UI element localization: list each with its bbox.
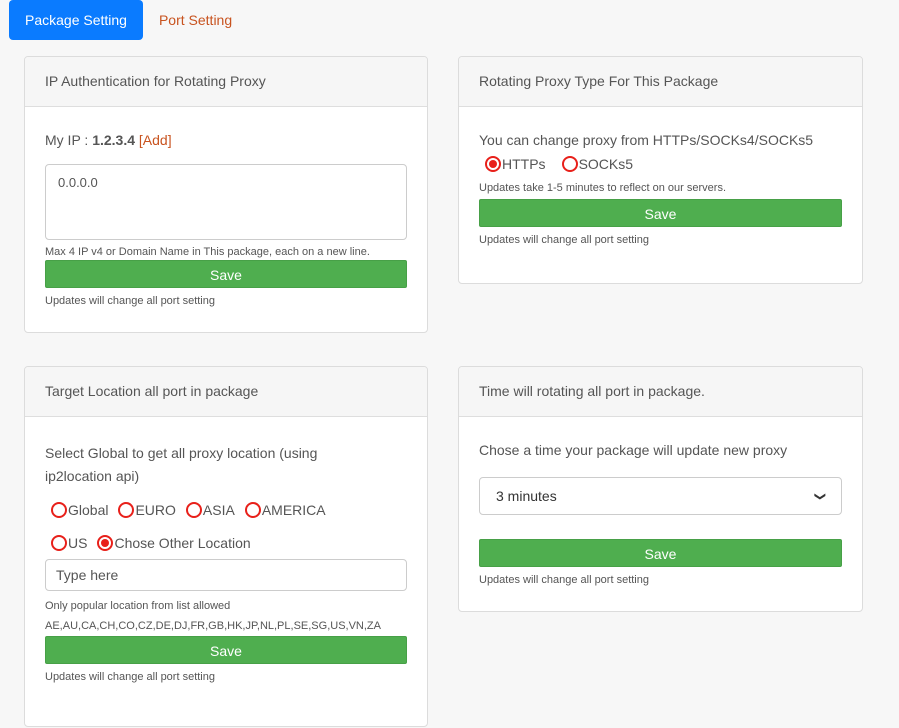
radio-unchecked-icon [185, 502, 202, 518]
save-ip-button[interactable]: Save [45, 260, 407, 288]
radio-unchecked-icon [244, 502, 261, 518]
settings-tabs: Package Setting Port Setting [9, 0, 248, 40]
card-title: Time will rotating all port in package. [459, 367, 862, 417]
radio-label: ASIA [202, 502, 235, 518]
save-rotation-button[interactable]: Save [479, 539, 842, 567]
my-ip-label: My IP : [45, 132, 89, 148]
update-delay-hint: Updates take 1-5 minutes to reflect on o… [479, 182, 727, 194]
radio-unchecked-icon [51, 535, 67, 551]
ip-limit-hint: Max 4 IP v4 or Domain Name in This packa… [45, 246, 370, 258]
card-title: IP Authentication for Rotating Proxy [25, 57, 427, 107]
tab-port-setting[interactable]: Port Setting [143, 0, 248, 40]
chevron-down-icon: ❯ [813, 491, 826, 501]
radio-label: EURO [135, 502, 176, 518]
radio-label: US [68, 535, 88, 551]
allowed-locations: AE,AU,CA,CH,CO,CZ,DE,DJ,FR,GB,HK,JP,NL,P… [45, 620, 381, 632]
proxy-type-radio-group: HTTPs SOCKs5 [485, 156, 842, 172]
proxy-type-lead: You can change proxy from HTTPs/SOCKs4/S… [479, 132, 814, 148]
radio-label: HTTPs [502, 156, 546, 172]
radio-unchecked-icon [561, 156, 578, 172]
rotation-time-card: Time will rotating all port in package. … [458, 366, 863, 612]
radio-label: SOCKs5 [578, 156, 634, 172]
location-hint: Only popular location from list allowed [45, 600, 231, 612]
update-note: Updates will change all port setting [479, 234, 649, 246]
radio-checked-icon [485, 156, 501, 172]
location-input[interactable] [45, 559, 407, 591]
save-location-button[interactable]: Save [45, 636, 407, 664]
radio-socks5[interactable]: SOCKs5 [561, 156, 634, 172]
radio-america[interactable]: AMERICA [244, 502, 326, 518]
rotation-time-select[interactable]: 3 minutes ❯ [479, 477, 842, 515]
radio-label: Global [68, 502, 109, 518]
update-note: Updates will change all port setting [479, 574, 649, 586]
radio-https[interactable]: HTTPs [485, 156, 546, 172]
card-title: Rotating Proxy Type For This Package [459, 57, 862, 107]
ip-whitelist-textarea[interactable]: 0.0.0.0 [45, 164, 407, 240]
radio-unchecked-icon [118, 502, 135, 518]
add-ip-link[interactable]: [Add] [139, 132, 172, 148]
radio-us[interactable]: US [51, 535, 87, 551]
region-radio-group: Global EURO ASIA AMERICA [51, 502, 407, 518]
save-proxy-type-button[interactable]: Save [479, 199, 842, 227]
card-title: Target Location all port in package [25, 367, 427, 417]
my-ip-line: My IP : 1.2.3.4 [Add] [45, 132, 407, 148]
radio-label: AMERICA [261, 502, 326, 518]
target-location-card: Target Location all port in package Sele… [24, 366, 428, 727]
tab-package-setting[interactable]: Package Setting [9, 0, 143, 40]
update-note: Updates will change all port setting [45, 295, 215, 307]
radio-checked-icon [97, 535, 114, 551]
region-radio-group-2: US Chose Other Location [51, 535, 407, 551]
target-location-lead: Select Global to get all proxy location … [45, 445, 318, 484]
radio-unchecked-icon [51, 502, 67, 518]
radio-other-location[interactable]: Chose Other Location [97, 535, 251, 551]
radio-global[interactable]: Global [51, 502, 108, 518]
ip-authentication-card: IP Authentication for Rotating Proxy My … [24, 56, 428, 333]
update-note: Updates will change all port setting [45, 671, 215, 683]
radio-euro[interactable]: EURO [118, 502, 176, 518]
selected-value: 3 minutes [496, 488, 557, 504]
proxy-type-card: Rotating Proxy Type For This Package You… [458, 56, 863, 284]
radio-asia[interactable]: ASIA [185, 502, 235, 518]
rotation-time-lead: Chose a time your package will update ne… [479, 442, 788, 458]
radio-label: Chose Other Location [114, 535, 251, 551]
my-ip-value: 1.2.3.4 [92, 132, 136, 148]
